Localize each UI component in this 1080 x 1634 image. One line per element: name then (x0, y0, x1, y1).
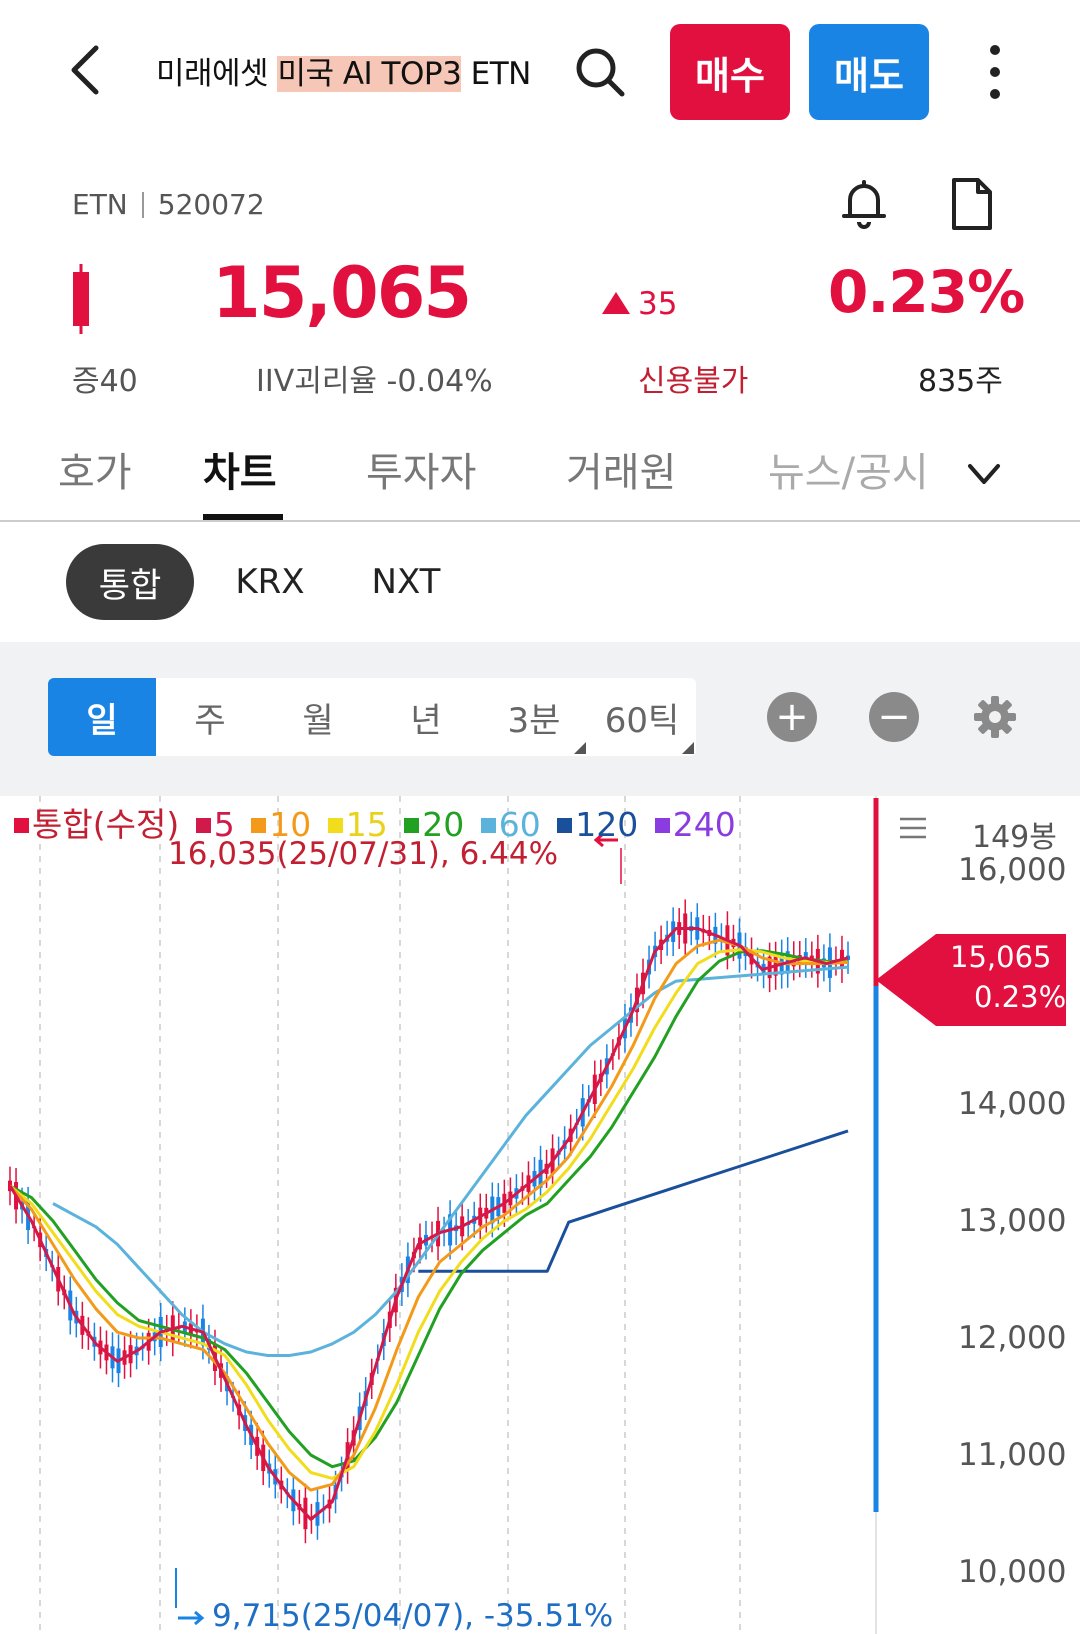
more-menu-icon[interactable] (980, 40, 1010, 104)
y-tick-10000: 10,000 (958, 1554, 1067, 1590)
tab-news[interactable]: 뉴스/공시 (768, 440, 929, 498)
segment-nxt[interactable]: NXT (358, 544, 454, 620)
legend-price: 통합(수정) (32, 805, 180, 844)
legend-swatch-ma15 (327, 818, 343, 833)
ma20-line (9, 949, 849, 1469)
period-year[interactable]: 년 (372, 678, 480, 756)
page-title: 미래에셋 미국 AI TOP3 ETN (156, 48, 531, 93)
dropdown-corner-icon (682, 742, 694, 754)
period-selector: 일 주 월 년 3분 60틱 (48, 678, 696, 756)
iiv-gap: IIV괴리율 -0.04% (256, 364, 493, 399)
security-meta: ETN 520072 (72, 188, 265, 221)
current-pct-label: 0.23% (974, 980, 1067, 1014)
y-tick-16000: 16,000 (958, 852, 1067, 888)
zoom-out-icon[interactable]: − (869, 692, 919, 742)
header: 미래에셋 미국 AI TOP3 ETN 매수 매도 (0, 0, 1080, 140)
tab-broker[interactable]: 거래원 (566, 440, 676, 498)
legend-ma240: 240 (672, 805, 736, 844)
period-week[interactable]: 주 (156, 678, 264, 756)
change-percent: 0.23% (828, 258, 1025, 326)
y-tick-12000: 12,000 (958, 1320, 1067, 1356)
candle-icon (73, 264, 89, 334)
security-code: 520072 (157, 188, 265, 221)
chevron-down-icon[interactable] (962, 454, 1006, 494)
credit-status: 신용불가 (638, 364, 749, 399)
title-suffix: ETN (461, 56, 532, 92)
title-prefix: 미래에셋 (156, 56, 278, 92)
ma5-line (8, 927, 849, 1521)
current-price: 15,065 (212, 252, 472, 334)
period-3min[interactable]: 3분 (480, 678, 588, 756)
active-tab-indicator (203, 514, 283, 520)
segment-combined[interactable]: 통합 (66, 544, 194, 620)
chart-menu-icon[interactable] (898, 814, 928, 842)
ma15-line (9, 948, 848, 1480)
price-change-value: 35 (638, 286, 678, 322)
segment-krx[interactable]: KRX (222, 544, 318, 620)
up-triangle-icon (602, 292, 630, 314)
legend-swatch-price (14, 818, 29, 833)
legend-swatch-ma60 (480, 818, 496, 833)
y-tick-14000: 14,000 (958, 1086, 1067, 1122)
meta-divider (141, 192, 144, 218)
sell-button[interactable]: 매도 (809, 24, 929, 120)
ma60-line (52, 965, 849, 1357)
dropdown-corner-icon (574, 742, 586, 754)
current-price-tag: 15,065 0.23% (876, 934, 1066, 1026)
high-annotation: 16,035(25/07/31), 6.44% (168, 836, 559, 872)
y-tick-11000: 11,000 (958, 1437, 1067, 1473)
current-price-label: 15,065 (950, 940, 1052, 974)
zoom-in-icon[interactable]: + (767, 692, 817, 742)
legend-ma120: 120 (575, 805, 639, 844)
period-60tick-label: 60틱 (604, 700, 680, 741)
price-change: 35 (600, 286, 677, 322)
back-arrow-icon[interactable] (62, 40, 112, 100)
period-day[interactable]: 일 (48, 678, 156, 756)
security-type: ETN (72, 188, 128, 221)
period-3min-label: 3분 (507, 700, 561, 741)
title-highlight: 미국 AI TOP3 (277, 56, 462, 92)
legend-swatch-ma10 (251, 818, 267, 833)
legend-swatch-ma5 (195, 818, 211, 833)
bell-icon[interactable] (836, 176, 892, 232)
buy-button[interactable]: 매수 (670, 24, 790, 120)
price-chart[interactable] (0, 796, 1080, 1634)
tab-orderbook[interactable]: 호가 (58, 440, 132, 498)
tab-investor[interactable]: 투자자 (366, 440, 476, 498)
tab-chart[interactable]: 차트 (203, 440, 277, 498)
period-60tick[interactable]: 60틱 (588, 678, 696, 756)
period-month[interactable]: 월 (264, 678, 372, 756)
gear-icon[interactable] (970, 692, 1020, 742)
search-icon[interactable] (570, 42, 630, 102)
low-annotation: 9,715(25/04/07), -35.51% (212, 1598, 614, 1634)
legend-swatch-ma240 (654, 818, 670, 833)
legend-swatch-ma120 (557, 818, 573, 833)
tab-bar: 호가 차트 투자자 거래원 뉴스/공시 (0, 430, 1080, 522)
volume: 835주 (918, 364, 1003, 399)
ma10-line (8, 938, 849, 1492)
legend-swatch-ma20 (404, 818, 420, 833)
margin-rate: 증40 (72, 364, 138, 399)
bar-count: 149봉 (972, 820, 1057, 855)
low-arrow (178, 1610, 205, 1626)
y-tick-13000: 13,000 (958, 1203, 1067, 1239)
document-icon[interactable] (944, 176, 1000, 232)
